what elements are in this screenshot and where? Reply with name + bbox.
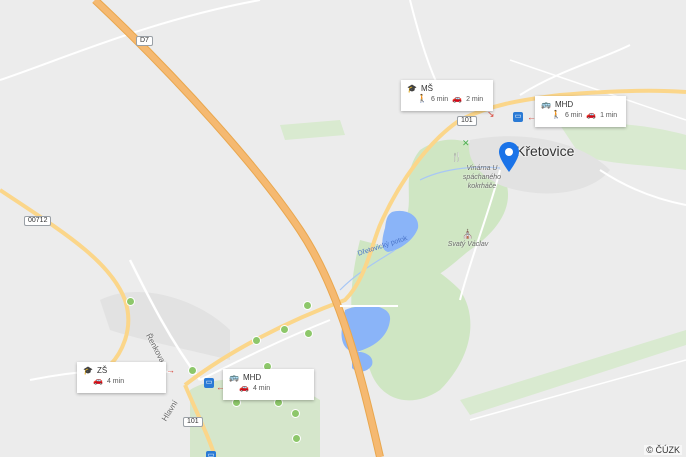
bus-stop-icon[interactable]: ▭	[513, 112, 523, 122]
car-time: 2 min	[466, 95, 484, 103]
park-icon	[291, 409, 300, 418]
callout-title: MŠ	[420, 84, 433, 93]
park-icon	[280, 325, 289, 334]
minor-road	[409, 0, 441, 91]
park-icon	[303, 301, 312, 310]
copyright-notice: © ČÚZK	[644, 445, 682, 455]
sports-icon: ✕	[462, 138, 470, 148]
callout-title: ZŠ	[96, 366, 108, 375]
car-icon: 🚗	[93, 376, 103, 385]
callout-zs[interactable]: 🎓 ZŠ 🚗 4 min	[77, 362, 166, 393]
park-icon	[304, 329, 313, 338]
walk-icon: 🚶	[417, 94, 427, 103]
road-shield-101: 101	[457, 116, 477, 126]
location-pin-icon[interactable]	[498, 141, 520, 173]
road-shield-101: 101	[183, 417, 203, 427]
school-icon: 🎓	[83, 365, 93, 375]
church-icon: ⛪	[462, 229, 474, 239]
park-icon	[188, 366, 197, 375]
walk-icon: 🚶	[551, 110, 561, 119]
minor-road	[599, 169, 686, 206]
restaurant-icon: 🍴	[451, 152, 463, 162]
school-icon: 🎓	[407, 83, 417, 93]
road-shield-d7: D7	[136, 36, 153, 46]
minor-road	[0, 0, 261, 81]
callout-ms[interactable]: 🎓 MŠ 🚶 6 min 🚗 2 min	[401, 80, 493, 111]
road-shield-00712: 00712	[24, 216, 52, 226]
regional-road-00712	[0, 188, 131, 367]
walk-time: 6 min	[564, 111, 583, 119]
car-time: 4 min	[106, 377, 125, 385]
car-time: 4 min	[252, 384, 271, 392]
map-canvas[interactable]: D7 101 101 00712 Řenkova Hlavní Dřetovic…	[0, 0, 686, 457]
park-icon	[292, 434, 301, 443]
bus-stop-icon[interactable]: ▭	[206, 451, 216, 457]
car-time: 1 min	[600, 111, 618, 119]
walk-time: 6 min	[430, 95, 449, 103]
direction-arrow-icon: →	[166, 365, 175, 375]
park-icon	[126, 297, 135, 306]
bus-stop-icon[interactable]: ▭	[204, 378, 214, 388]
car-icon: 🚗	[452, 94, 463, 103]
callout-title: MHD	[242, 373, 262, 382]
callout-mhd-top[interactable]: 🚌 MHD 🚶 6 min 🚗 1 min	[535, 96, 626, 127]
minor-road	[519, 44, 631, 96]
direction-arrow-icon: ↘	[487, 109, 495, 119]
callout-mhd-bottom[interactable]: 🚌 MHD 🚗 4 min	[223, 369, 314, 400]
poi-label-church: Svatý Václav	[447, 241, 489, 248]
field-area	[460, 330, 686, 415]
bus-icon: 🚌	[541, 99, 551, 109]
field-area	[280, 120, 345, 140]
park-icon	[252, 336, 261, 345]
bus-icon: 🚌	[229, 372, 239, 382]
car-icon: 🚗	[586, 110, 597, 119]
callout-title: MHD	[554, 100, 574, 109]
car-icon: 🚗	[239, 383, 249, 392]
town-label: Křetovice	[516, 143, 575, 159]
